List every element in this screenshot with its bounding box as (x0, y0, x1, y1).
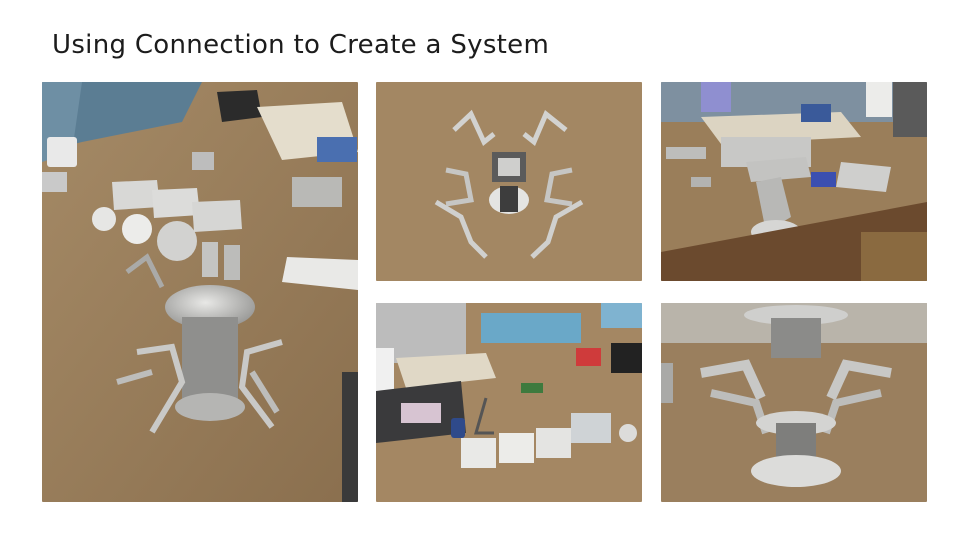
photo-cluttered-workbench-image (661, 82, 927, 281)
slide: Using Connection to Create a System (0, 0, 960, 540)
photo-stacked-assembly-closeup (661, 303, 927, 502)
slide-title: Using Connection to Create a System (52, 30, 550, 60)
photo-cluttered-workbench (661, 82, 927, 281)
photo-stacked-assembly-closeup-image (661, 303, 927, 502)
photo-workbench-assembly (42, 82, 358, 502)
photo-bent-strip-closeup (376, 82, 642, 281)
photo-tools-and-plates (376, 303, 642, 502)
photo-bent-strip-closeup-image (376, 82, 642, 281)
photo-tools-and-plates-image (376, 303, 642, 502)
photo-workbench-assembly-image (42, 82, 358, 502)
